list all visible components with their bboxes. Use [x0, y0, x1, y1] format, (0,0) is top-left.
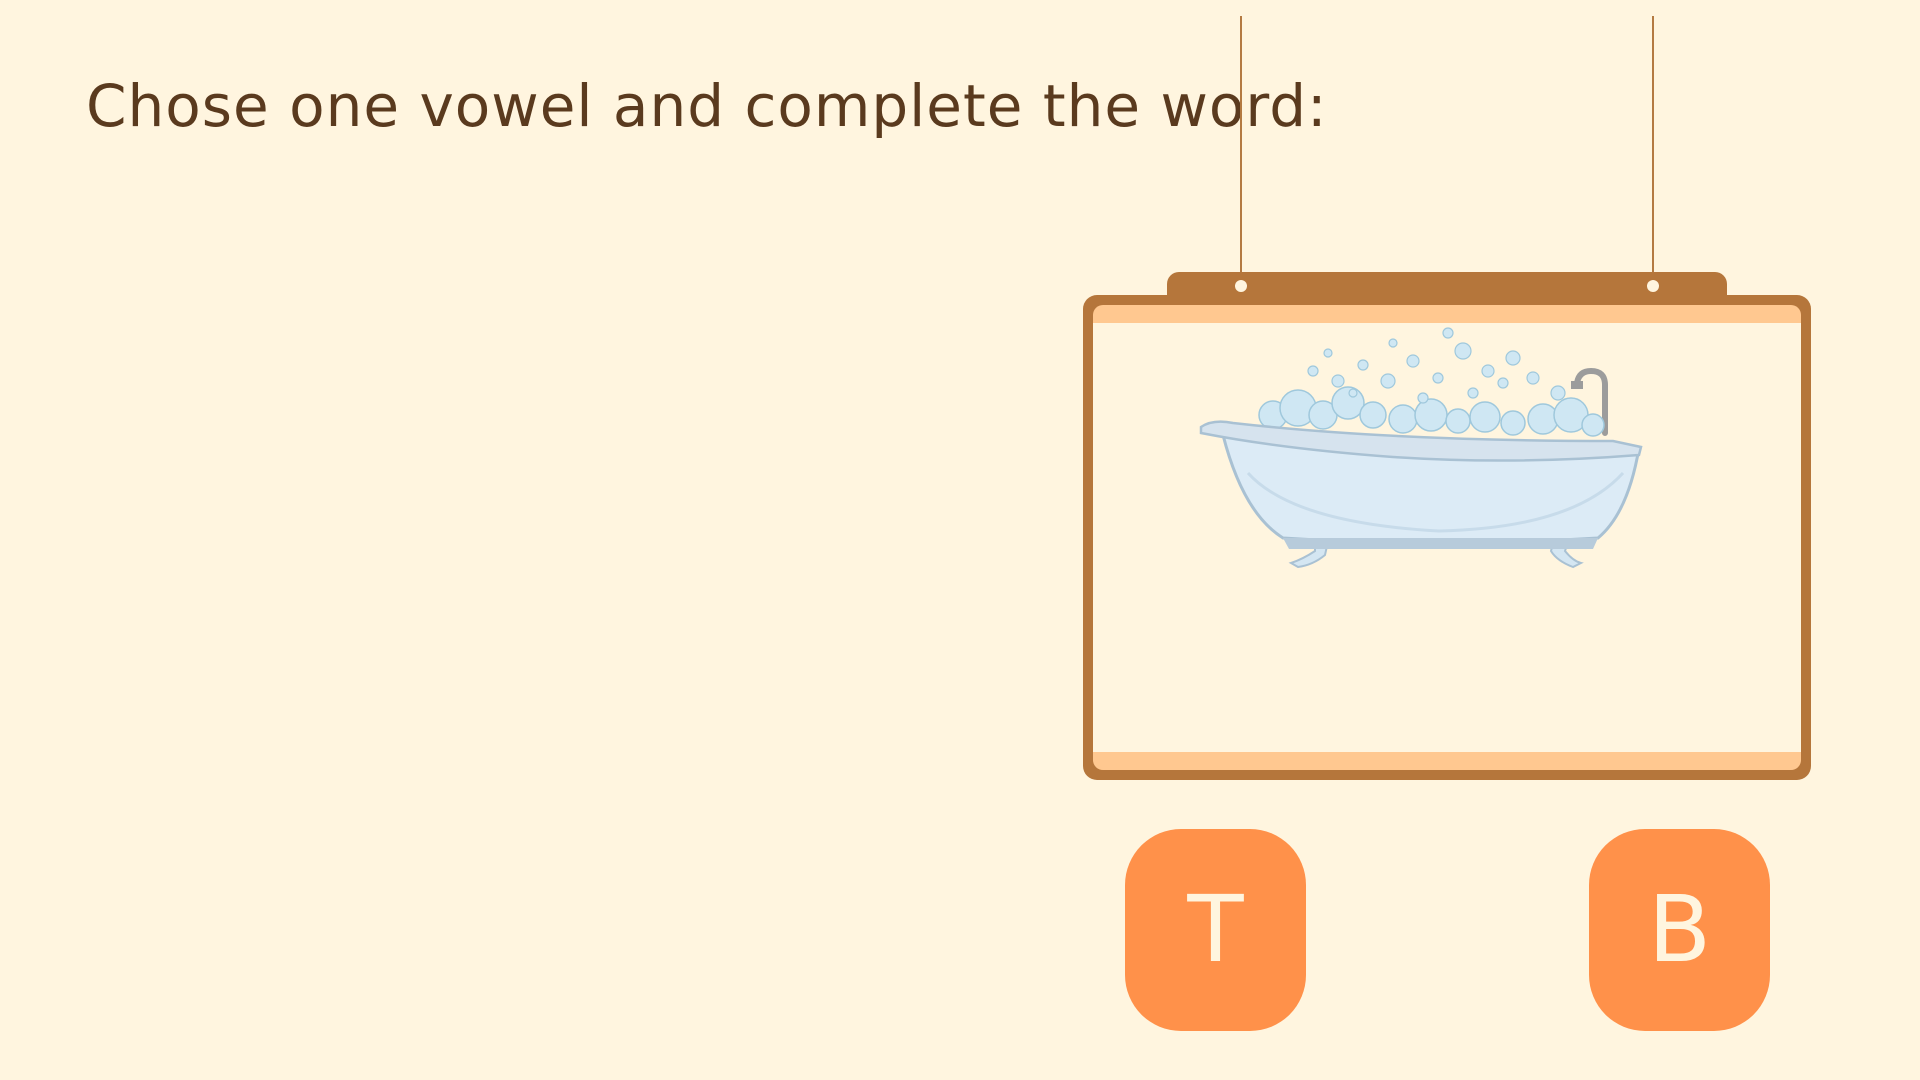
picture-frame [1083, 295, 1811, 780]
hanging-wire-right [1652, 16, 1654, 282]
nail-left [1235, 280, 1247, 292]
bathtub-icon [1199, 327, 1643, 569]
option-button-b[interactable]: B [1589, 829, 1770, 1031]
hanging-wire-left [1240, 16, 1242, 282]
picture-board [1093, 305, 1801, 770]
instruction-title: Chose one vowel and complete the word: [86, 72, 1328, 140]
nail-right [1647, 280, 1659, 292]
option-button-t[interactable]: T [1125, 829, 1306, 1031]
